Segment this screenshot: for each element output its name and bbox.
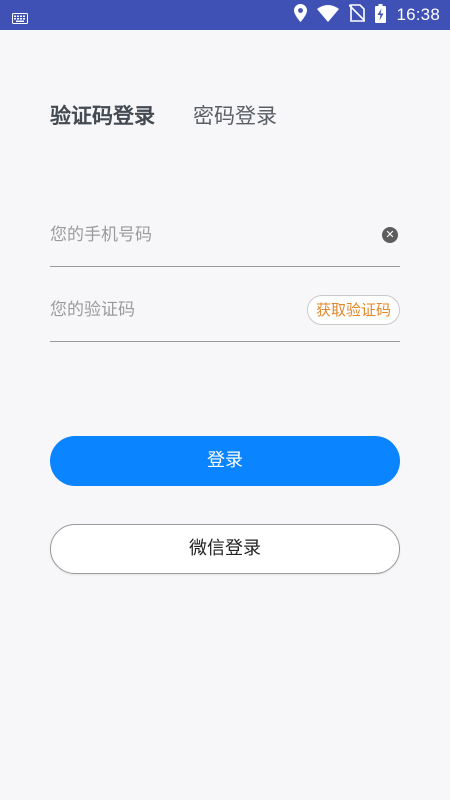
wechat-login-button[interactable]: 微信登录 <box>50 524 400 574</box>
clock: 16:38 <box>396 5 440 24</box>
login-tabs: 验证码登录 密码登录 <box>50 100 277 132</box>
status-bar: 16:38 <box>0 0 450 30</box>
get-code-button[interactable]: 获取验证码 <box>306 295 400 325</box>
close-icon[interactable]: ✕ <box>382 227 398 243</box>
verification-code-input[interactable] <box>50 295 290 325</box>
code-field: 获取验证码 <box>50 295 400 342</box>
tab-password-login[interactable]: 密码登录 <box>193 100 277 132</box>
keyboard-icon <box>12 9 28 28</box>
location-icon <box>294 4 308 26</box>
phone-field: ✕ <box>50 220 400 267</box>
phone-input[interactable] <box>50 220 290 250</box>
tab-sms-login[interactable]: 验证码登录 <box>50 100 155 132</box>
login-button[interactable]: 登录 <box>50 436 400 486</box>
battery-charging-icon <box>375 3 387 27</box>
wifi-icon <box>317 4 340 26</box>
no-sim-icon <box>348 4 367 26</box>
